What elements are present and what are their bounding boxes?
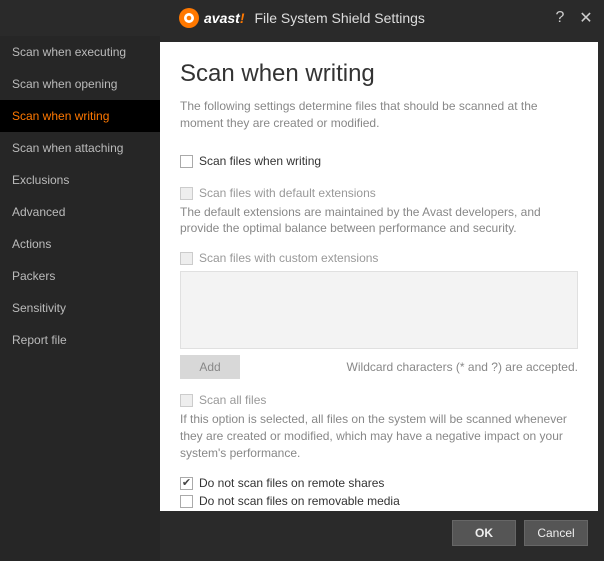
checkbox-icon — [180, 252, 193, 265]
checkbox-icon — [180, 394, 193, 407]
option-scan-default-extensions: Scan files with default extensions — [180, 186, 578, 200]
sidebar-item-label: Scan when opening — [12, 77, 117, 91]
sidebar-item-label: Packers — [12, 269, 55, 283]
option-scan-all-files: Scan all files — [180, 393, 578, 407]
sidebar-item-packers[interactable]: Packers — [0, 260, 160, 292]
page-title: Scan when writing — [180, 60, 578, 88]
wildcard-note: Wildcard characters (* and ?) are accept… — [347, 360, 578, 374]
option-scan-files-when-writing[interactable]: Scan files when writing — [180, 154, 578, 168]
sidebar-item-scan-attaching[interactable]: Scan when attaching — [0, 132, 160, 164]
sidebar-item-actions[interactable]: Actions — [0, 228, 160, 260]
sidebar-item-report-file[interactable]: Report file — [0, 324, 160, 356]
cancel-button[interactable]: Cancel — [524, 520, 588, 546]
sidebar-item-label: Scan when executing — [12, 45, 126, 59]
sidebar-item-scan-executing[interactable]: Scan when executing — [0, 36, 160, 68]
sidebar-item-scan-writing[interactable]: Scan when writing — [0, 100, 160, 132]
sidebar-item-label: Advanced — [12, 205, 65, 219]
sidebar-item-label: Scan when attaching — [12, 141, 123, 155]
settings-window: avast! File System Shield Settings ? ✕ S… — [0, 0, 604, 561]
option-scan-all-description: If this option is selected, all files on… — [180, 411, 578, 461]
sidebar-item-sensitivity[interactable]: Sensitivity — [0, 292, 160, 324]
option-label: Scan files when writing — [199, 154, 321, 168]
content-panel: Scan when writing The following settings… — [160, 42, 598, 511]
option-label: Scan all files — [199, 393, 266, 407]
help-button[interactable]: ? — [550, 8, 570, 28]
add-extension-button: Add — [180, 355, 240, 379]
option-label: Do not scan files on remote shares — [199, 476, 384, 490]
sidebar-item-advanced[interactable]: Advanced — [0, 196, 160, 228]
content-outer: Scan when writing The following settings… — [160, 36, 604, 561]
option-no-removable-media[interactable]: Do not scan files on removable media — [180, 494, 578, 508]
app-logo: avast! — [178, 7, 244, 29]
sidebar-item-label: Report file — [12, 333, 67, 347]
option-label: Do not scan files on removable media — [199, 494, 400, 508]
window-title: File System Shield Settings — [254, 10, 424, 26]
checkbox-icon[interactable]: ✔ — [180, 477, 193, 490]
brand-excl: ! — [240, 10, 245, 26]
option-scan-custom-extensions: Scan files with custom extensions — [180, 251, 578, 265]
close-button[interactable]: ✕ — [576, 8, 596, 28]
option-default-ext-description: The default extensions are maintained by… — [180, 204, 578, 238]
avast-logo-icon — [178, 7, 200, 29]
option-label: Scan files with custom extensions — [199, 251, 378, 265]
checkbox-icon[interactable] — [180, 495, 193, 508]
sidebar: Scan when executing Scan when opening Sc… — [0, 36, 160, 561]
window-body: Scan when executing Scan when opening Sc… — [0, 36, 604, 561]
titlebar: avast! File System Shield Settings ? ✕ — [0, 0, 604, 36]
checkbox-icon — [180, 187, 193, 200]
custom-extensions-row: Add Wildcard characters (* and ?) are ac… — [180, 355, 578, 379]
sidebar-item-exclusions[interactable]: Exclusions — [0, 164, 160, 196]
option-no-remote-shares[interactable]: ✔ Do not scan files on remote shares — [180, 476, 578, 490]
sidebar-item-label: Exclusions — [12, 173, 69, 187]
option-label: Scan files with default extensions — [199, 186, 376, 200]
page-description: The following settings determine files t… — [180, 98, 578, 132]
sidebar-item-label: Sensitivity — [12, 301, 66, 315]
dialog-footer: OK Cancel — [160, 511, 598, 555]
sidebar-item-scan-opening[interactable]: Scan when opening — [0, 68, 160, 100]
sidebar-item-label: Scan when writing — [12, 109, 109, 123]
brand-name: avast — [204, 10, 240, 26]
ok-button[interactable]: OK — [452, 520, 516, 546]
checkbox-icon[interactable] — [180, 155, 193, 168]
custom-extensions-list — [180, 271, 578, 349]
sidebar-item-label: Actions — [12, 237, 51, 251]
